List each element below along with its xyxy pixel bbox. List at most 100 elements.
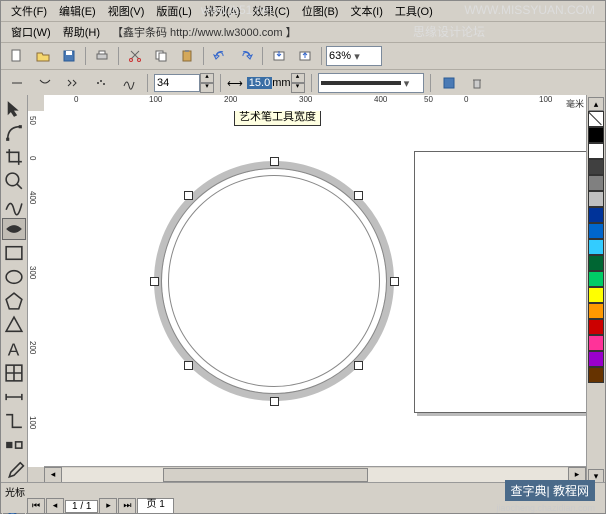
preset-value[interactable] [154,74,200,92]
width-value[interactable]: 15.0 [247,77,272,89]
menu-extra-link[interactable]: 【鑫宇条码 http://www.lw3000.com 】 [106,22,303,42]
color-swatch[interactable] [588,207,604,223]
handle-ne[interactable] [354,191,363,200]
page-first[interactable]: ⏮ [27,498,45,514]
color-swatch[interactable] [588,271,604,287]
page-tab-1[interactable]: 页 1 [137,498,173,514]
zoom-combo[interactable]: 63% ▾ [326,46,382,66]
spin-up[interactable]: ▴ [291,73,305,83]
stroke-preset-combo[interactable]: ▾ [318,73,424,93]
spin-up[interactable]: ▴ [200,73,214,83]
menu-text[interactable]: 文本(I) [344,1,388,21]
menu-file[interactable]: 文件(F) [5,1,53,21]
import-button[interactable] [267,45,291,67]
export-button[interactable] [293,45,317,67]
artistic-media-tool[interactable] [2,218,26,240]
selected-ring-object[interactable] [154,161,394,401]
scrollbar-horizontal[interactable]: ◂ ▸ [44,466,586,483]
brush-mode-4[interactable] [89,72,113,94]
zoom-tool[interactable] [2,170,26,192]
rectangle-tool[interactable] [2,242,26,264]
basic-shapes-tool[interactable] [2,314,26,336]
page-last[interactable]: ⏭ [118,498,136,514]
handle-w[interactable] [150,277,159,286]
separator [147,74,148,92]
scroll-right[interactable]: ▸ [568,467,586,483]
paste-button[interactable] [175,45,199,67]
menu-tools[interactable]: 工具(O) [389,1,439,21]
delete-preset-button[interactable] [465,72,489,94]
copy-button[interactable] [149,45,173,67]
color-swatch[interactable] [588,143,604,159]
table-tool[interactable] [2,362,26,384]
connector-tool[interactable] [2,410,26,432]
text-tool[interactable]: A [2,338,26,360]
color-swatch[interactable] [588,239,604,255]
preset-spinner[interactable]: ▴▾ [154,74,214,92]
menu-arrange[interactable]: 排列(A) [198,1,247,21]
page-next[interactable]: ▸ [99,498,117,514]
menu-bitmap[interactable]: 位图(B) [296,1,345,21]
handle-n[interactable] [270,157,279,166]
redo-button[interactable] [234,45,258,67]
cut-button[interactable] [123,45,147,67]
save-preset-button[interactable] [437,72,461,94]
ruler-horizontal[interactable]: 毫米 0 100 200 300 400 50 0 100 [44,95,586,112]
open-button[interactable] [31,45,55,67]
brush-mode-3[interactable] [61,72,85,94]
menu-layout[interactable]: 版面(L) [150,1,197,21]
handle-se[interactable] [354,361,363,370]
ruler-vertical[interactable]: 50 0 400 300 200 100 [28,111,45,467]
eyedropper-tool[interactable] [2,458,26,480]
interactive-tool[interactable] [2,434,26,456]
watermark-siyuan: 思缘设计论坛 [413,23,485,40]
color-swatch[interactable] [588,303,604,319]
scroll-left[interactable]: ◂ [44,467,62,483]
palette-down[interactable]: ▾ [588,469,604,483]
cursor-label: 光标 [5,484,25,499]
handle-sw[interactable] [184,361,193,370]
shape-tool[interactable] [2,122,26,144]
color-swatch[interactable] [588,367,604,383]
undo-button[interactable] [208,45,232,67]
brush-mode-2[interactable] [33,72,57,94]
handle-nw[interactable] [184,191,193,200]
color-swatch[interactable] [588,223,604,239]
width-spinner[interactable]: 15.0 mm ▴▾ [247,74,305,92]
page-prev[interactable]: ◂ [46,498,64,514]
color-swatch[interactable] [588,255,604,271]
handle-e[interactable] [390,277,399,286]
dropdown-icon: ▾ [351,50,363,63]
pick-tool[interactable] [2,98,26,120]
menu-window[interactable]: 窗口(W) [5,22,57,42]
menu-effects[interactable]: 效果(C) [247,1,296,21]
print-button[interactable] [90,45,114,67]
page-count: 1 / 1 [65,500,98,513]
freehand-tool[interactable] [2,194,26,216]
color-swatch[interactable] [588,191,604,207]
menu-help[interactable]: 帮助(H) [57,22,106,42]
brush-mode-1[interactable] [5,72,29,94]
canvas-viewport[interactable]: 艺术笔工具宽度 [44,111,586,467]
color-swatch[interactable] [588,287,604,303]
brush-mode-5[interactable] [117,72,141,94]
color-swatch[interactable] [588,159,604,175]
color-swatch[interactable] [588,175,604,191]
dimension-tool[interactable] [2,386,26,408]
menu-edit[interactable]: 编辑(E) [53,1,102,21]
color-swatch[interactable] [588,351,604,367]
handle-s[interactable] [270,397,279,406]
color-swatch[interactable] [588,319,604,335]
menu-view[interactable]: 视图(V) [102,1,151,21]
ellipse-tool[interactable] [2,266,26,288]
new-button[interactable] [5,45,29,67]
polygon-tool[interactable] [2,290,26,312]
palette-up[interactable]: ▴ [588,97,604,111]
color-swatch[interactable] [588,127,604,143]
crop-tool[interactable] [2,146,26,168]
color-swatch[interactable] [588,335,604,351]
save-button[interactable] [57,45,81,67]
no-fill-swatch[interactable] [588,111,604,127]
spin-down[interactable]: ▾ [200,83,214,93]
spin-down[interactable]: ▾ [291,83,305,93]
